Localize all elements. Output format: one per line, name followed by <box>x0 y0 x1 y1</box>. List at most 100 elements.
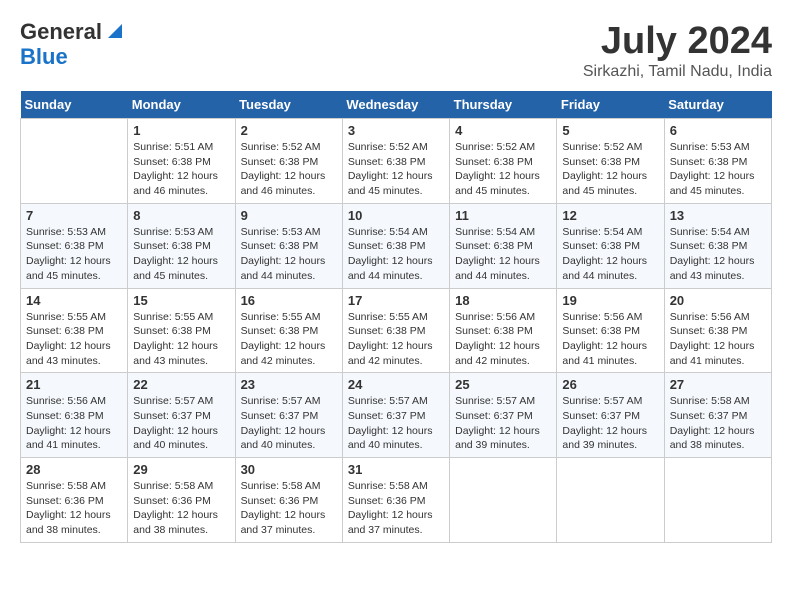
weekday-header-tuesday: Tuesday <box>235 91 342 119</box>
cell-info: Sunrise: 5:54 AMSunset: 6:38 PMDaylight:… <box>348 225 444 284</box>
cell-info: Sunrise: 5:51 AMSunset: 6:38 PMDaylight:… <box>133 140 229 199</box>
day-number: 28 <box>26 462 122 477</box>
calendar-cell: 30 Sunrise: 5:58 AMSunset: 6:36 PMDayligh… <box>235 458 342 543</box>
calendar-cell <box>450 458 557 543</box>
logo: General Blue <box>20 20 126 70</box>
calendar-cell: 23Sunrise: 5:57 AMSunset: 6:37 PMDayligh… <box>235 373 342 458</box>
calendar-cell: 20 Sunrise: 5:56 AMSunset: 6:38 PMDayligh… <box>664 288 771 373</box>
cell-info: Sunrise: 5:55 AMSunset: 6:38 PMDaylight:… <box>348 310 444 369</box>
cell-info: Sunrise: 5:54 AMSunset: 6:38 PMDaylight:… <box>562 225 658 284</box>
calendar-cell <box>21 119 128 204</box>
cell-info: Sunrise: 5:52 AMSunset: 6:38 PMDaylight:… <box>562 140 658 199</box>
calendar-cell: 14Sunrise: 5:55 AMSunset: 6:38 PMDayligh… <box>21 288 128 373</box>
day-number: 31 <box>348 462 444 477</box>
month-title: July 2024 <box>583 20 772 63</box>
calendar-cell: 22Sunrise: 5:57 AMSunset: 6:37 PMDayligh… <box>128 373 235 458</box>
weekday-header-friday: Friday <box>557 91 664 119</box>
day-number: 5 <box>562 123 658 138</box>
cell-info: Sunrise: 5:53 AMSunset: 6:38 PMDaylight:… <box>133 225 229 284</box>
day-number: 18 <box>455 293 551 308</box>
cell-info: Sunrise: 5:58 AMSunset: 6:36 PMDaylight:… <box>241 479 337 538</box>
calendar-cell: 15 Sunrise: 5:55 AMSunset: 6:38 PMDayligh… <box>128 288 235 373</box>
day-number: 15 <box>133 293 229 308</box>
cell-info: Sunrise: 5:53 AMSunset: 6:38 PMDaylight:… <box>26 225 122 284</box>
day-number: 26 <box>562 377 658 392</box>
week-row-3: 14Sunrise: 5:55 AMSunset: 6:38 PMDayligh… <box>21 288 772 373</box>
calendar-table: SundayMondayTuesdayWednesdayThursdayFrid… <box>20 91 772 543</box>
calendar-cell: 2 Sunrise: 5:52 AMSunset: 6:38 PMDaylight… <box>235 119 342 204</box>
cell-info: Sunrise: 5:52 AMSunset: 6:38 PMDaylight:… <box>241 140 337 199</box>
calendar-cell: 28Sunrise: 5:58 AMSunset: 6:36 PMDayligh… <box>21 458 128 543</box>
day-number: 20 <box>670 293 766 308</box>
calendar-cell: 18Sunrise: 5:56 AMSunset: 6:38 PMDayligh… <box>450 288 557 373</box>
day-number: 29 <box>133 462 229 477</box>
day-number: 6 <box>670 123 766 138</box>
cell-info: Sunrise: 5:52 AMSunset: 6:38 PMDaylight:… <box>348 140 444 199</box>
day-number: 10 <box>348 208 444 223</box>
day-number: 24 <box>348 377 444 392</box>
week-row-1: 1 Sunrise: 5:51 AMSunset: 6:38 PMDaylight… <box>21 119 772 204</box>
logo-arrow-icon <box>104 20 126 42</box>
day-number: 19 <box>562 293 658 308</box>
day-number: 2 <box>241 123 337 138</box>
cell-info: Sunrise: 5:55 AMSunset: 6:38 PMDaylight:… <box>241 310 337 369</box>
cell-info: Sunrise: 5:53 AMSunset: 6:38 PMDaylight:… <box>241 225 337 284</box>
weekday-header-sunday: Sunday <box>21 91 128 119</box>
day-number: 7 <box>26 208 122 223</box>
cell-info: Sunrise: 5:57 AMSunset: 6:37 PMDaylight:… <box>241 394 337 453</box>
day-number: 25 <box>455 377 551 392</box>
calendar-cell: 16Sunrise: 5:55 AMSunset: 6:38 PMDayligh… <box>235 288 342 373</box>
location-title: Sirkazhi, Tamil Nadu, India <box>583 63 772 81</box>
weekday-header-thursday: Thursday <box>450 91 557 119</box>
calendar-cell: 10 Sunrise: 5:54 AMSunset: 6:38 PMDayligh… <box>342 203 449 288</box>
logo-text-blue: Blue <box>20 44 126 70</box>
day-number: 3 <box>348 123 444 138</box>
day-number: 4 <box>455 123 551 138</box>
weekday-header-wednesday: Wednesday <box>342 91 449 119</box>
week-row-5: 28 Sunrise: 5:58 AMSunset: 6:36 PMDayligh… <box>21 458 772 543</box>
week-row-4: 21Sunrise: 5:56 AMSunset: 6:38 PMDayligh… <box>21 373 772 458</box>
calendar-cell: 6 Sunrise: 5:53 AMSunset: 6:38 PMDaylight… <box>664 119 771 204</box>
calendar-cell: 5 Sunrise: 5:52 AMSunset: 6:38 PMDaylight… <box>557 119 664 204</box>
cell-info: Sunrise: 5:57 AMSunset: 6:37 PMDaylight:… <box>133 394 229 453</box>
calendar-cell: 27Sunrise: 5:58 AMSunset: 6:37 PMDayligh… <box>664 373 771 458</box>
day-number: 13 <box>670 208 766 223</box>
cell-info: Sunrise: 5:57 AMSunset: 6:37 PMDaylight:… <box>455 394 551 453</box>
calendar-cell: 26 Sunrise: 5:57 AMSunset: 6:37 PMDayligh… <box>557 373 664 458</box>
page-header: General Blue July 2024 Sirkazhi, Tamil N… <box>20 20 772 81</box>
day-number: 21 <box>26 377 122 392</box>
calendar-cell: 31 Sunrise: 5:58 AMSunset: 6:36 PMDayligh… <box>342 458 449 543</box>
calendar-cell: 7 Sunrise: 5:53 AMSunset: 6:38 PMDaylight… <box>21 203 128 288</box>
cell-info: Sunrise: 5:56 AMSunset: 6:38 PMDaylight:… <box>562 310 658 369</box>
cell-info: Sunrise: 5:52 AMSunset: 6:38 PMDaylight:… <box>455 140 551 199</box>
weekday-header-saturday: Saturday <box>664 91 771 119</box>
cell-info: Sunrise: 5:58 AMSunset: 6:36 PMDaylight:… <box>133 479 229 538</box>
cell-info: Sunrise: 5:58 AMSunset: 6:36 PMDaylight:… <box>348 479 444 538</box>
logo-text-general: General <box>20 20 102 44</box>
calendar-cell: 1 Sunrise: 5:51 AMSunset: 6:38 PMDaylight… <box>128 119 235 204</box>
day-number: 9 <box>241 208 337 223</box>
calendar-cell: 24Sunrise: 5:57 AMSunset: 6:37 PMDayligh… <box>342 373 449 458</box>
calendar-cell: 17 Sunrise: 5:55 AMSunset: 6:38 PMDayligh… <box>342 288 449 373</box>
calendar-cell: 11Sunrise: 5:54 AMSunset: 6:38 PMDayligh… <box>450 203 557 288</box>
calendar-cell: 21Sunrise: 5:56 AMSunset: 6:38 PMDayligh… <box>21 373 128 458</box>
calendar-cell: 19 Sunrise: 5:56 AMSunset: 6:38 PMDayligh… <box>557 288 664 373</box>
cell-info: Sunrise: 5:53 AMSunset: 6:38 PMDaylight:… <box>670 140 766 199</box>
cell-info: Sunrise: 5:57 AMSunset: 6:37 PMDaylight:… <box>562 394 658 453</box>
day-number: 12 <box>562 208 658 223</box>
cell-info: Sunrise: 5:56 AMSunset: 6:38 PMDaylight:… <box>670 310 766 369</box>
calendar-cell <box>557 458 664 543</box>
cell-info: Sunrise: 5:58 AMSunset: 6:37 PMDaylight:… <box>670 394 766 453</box>
calendar-cell: 12 Sunrise: 5:54 AMSunset: 6:38 PMDayligh… <box>557 203 664 288</box>
day-number: 30 <box>241 462 337 477</box>
calendar-cell: 29 Sunrise: 5:58 AMSunset: 6:36 PMDayligh… <box>128 458 235 543</box>
day-number: 17 <box>348 293 444 308</box>
calendar-cell: 3 Sunrise: 5:52 AMSunset: 6:38 PMDaylight… <box>342 119 449 204</box>
calendar-cell <box>664 458 771 543</box>
week-row-2: 7 Sunrise: 5:53 AMSunset: 6:38 PMDaylight… <box>21 203 772 288</box>
calendar-cell: 9 Sunrise: 5:53 AMSunset: 6:38 PMDaylight… <box>235 203 342 288</box>
cell-info: Sunrise: 5:55 AMSunset: 6:38 PMDaylight:… <box>133 310 229 369</box>
calendar-cell: 8Sunrise: 5:53 AMSunset: 6:38 PMDaylight… <box>128 203 235 288</box>
weekday-header-monday: Monday <box>128 91 235 119</box>
day-number: 1 <box>133 123 229 138</box>
